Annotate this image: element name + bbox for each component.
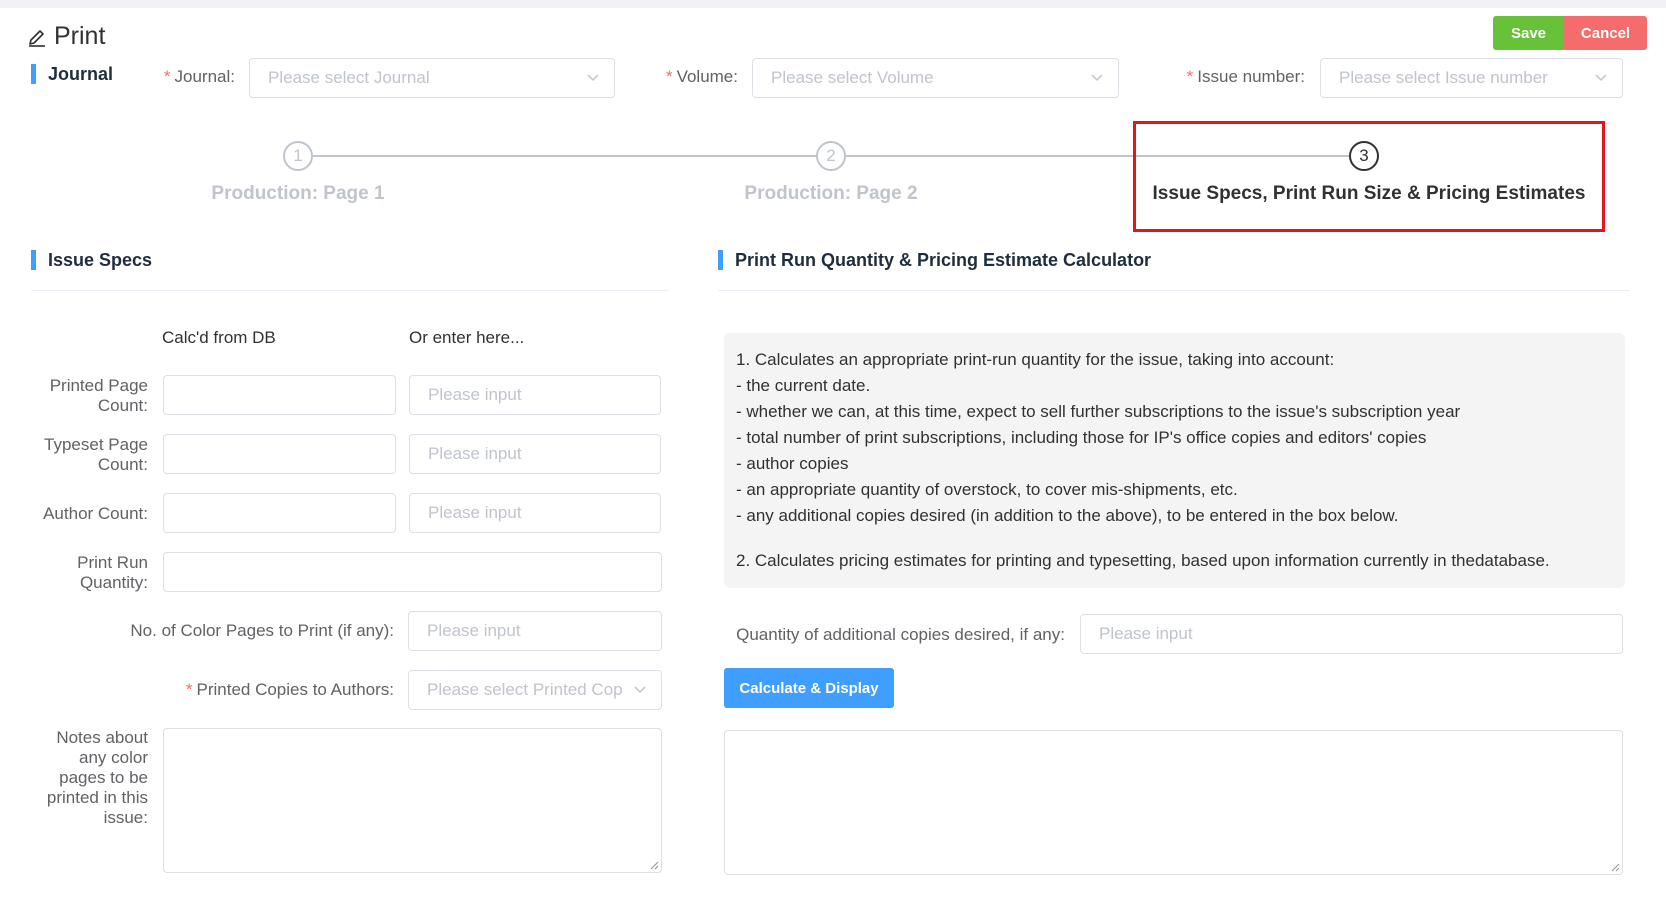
chevron-down-icon [1595, 74, 1607, 82]
journal-select[interactable]: Please select Journal [249, 58, 615, 98]
typeset-page-count-input[interactable]: Please input [409, 434, 661, 474]
print-page: Print Save Cancel Journal * Journal: Plea… [0, 8, 1666, 920]
printed-page-count-input[interactable]: Please input [409, 375, 661, 415]
notes-textarea[interactable] [163, 728, 662, 873]
volume-label: * Volume: [665, 67, 738, 86]
page-title-text: Print [54, 22, 106, 50]
step-1-label[interactable]: Production: Page 1 [148, 183, 448, 205]
printed-copies-label: * Printed Copies to Authors: [185, 680, 394, 699]
cancel-button[interactable]: Cancel [1564, 16, 1647, 50]
journal-section-title: Journal [31, 64, 113, 84]
calculate-display-button[interactable]: Calculate & Display [724, 668, 894, 708]
resize-handle-icon[interactable] [649, 860, 659, 870]
author-count-label: Author Count: [43, 504, 148, 523]
print-run-quantity-field [163, 552, 662, 592]
typeset-page-count-label: Typeset Page Count: [44, 435, 148, 474]
print-run-quantity-label: Print Run Quantity: [77, 553, 148, 592]
calculator-description: 1. Calculates an appropriate print-run q… [724, 333, 1625, 588]
additional-copies-label: Quantity of additional copies desired, i… [736, 625, 1065, 644]
author-count-input[interactable]: Please input [409, 493, 661, 533]
chevron-down-icon [634, 686, 646, 694]
issue-number-select[interactable]: Please select Issue number [1320, 58, 1623, 98]
step-2-label[interactable]: Production: Page 2 [681, 183, 981, 205]
additional-copies-input[interactable]: Please input [1080, 614, 1623, 654]
printed-page-count-label: Printed Page Count: [49, 376, 148, 415]
calculator-title: Print Run Quantity & Pricing Estimate Ca… [718, 250, 1151, 270]
edit-icon [29, 29, 45, 47]
resize-handle-icon[interactable] [1610, 862, 1620, 872]
step-1-circle[interactable]: 1 [283, 141, 313, 171]
calculator-divider [718, 290, 1630, 291]
active-step-highlight [1133, 121, 1605, 232]
volume-select[interactable]: Please select Volume [752, 58, 1119, 98]
chevron-down-icon [587, 74, 599, 82]
printed-page-count-calc [163, 375, 396, 415]
chevron-down-icon [1091, 74, 1103, 82]
issue-specs-divider [31, 290, 668, 291]
typeset-page-count-calc [163, 434, 396, 474]
author-count-calc [163, 493, 396, 533]
step-connector [313, 155, 816, 157]
color-pages-input[interactable]: Please input [408, 611, 662, 651]
color-pages-label: No. of Color Pages to Print (if any): [130, 621, 394, 640]
journal-label: * Journal: [163, 67, 235, 86]
notes-label: Notes about any color pages to be printe… [46, 728, 148, 827]
col-calc-header: Calc'd from DB [162, 328, 276, 347]
col-enter-header: Or enter here... [409, 328, 525, 347]
results-textarea[interactable] [724, 730, 1623, 875]
issue-number-label: * Issue number: [1186, 67, 1305, 86]
printed-copies-select[interactable]: Please select Printed Cop [408, 670, 662, 710]
page-title: Print [26, 22, 105, 51]
issue-specs-title: Issue Specs [31, 250, 152, 270]
save-button[interactable]: Save [1493, 16, 1564, 50]
step-2-circle[interactable]: 2 [816, 141, 846, 171]
